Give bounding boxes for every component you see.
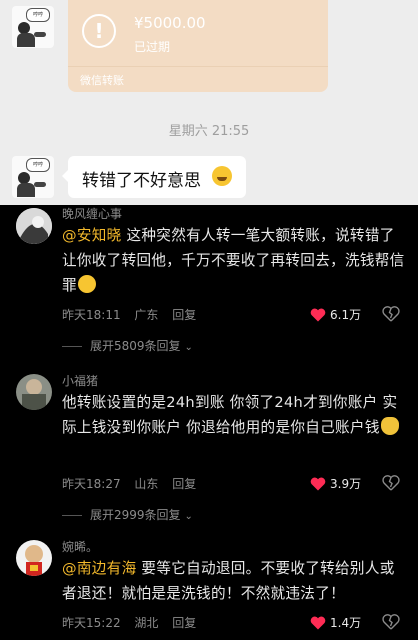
comment-item: 晚风缠心事 @安知晓 这种突然有人转一笔大额转账，说转错了让你收了转回他，千万不… xyxy=(0,205,418,360)
comment-time: 昨天18:27 xyxy=(62,477,121,491)
sender-avatar-2: 哼哼 xyxy=(12,156,54,198)
transfer-amount: ¥5000.00 xyxy=(134,14,206,32)
transfer-footer: 微信转账 xyxy=(80,74,124,87)
expand-replies[interactable]: 展开2999条回复 ⌄ xyxy=(62,506,193,523)
sweat-smile-emoji-icon xyxy=(212,166,232,186)
comment-text: @南边有海 要等它自动退回。不要收了转给别人或者退还！就怕是是洗钱的！不然就违法… xyxy=(62,556,406,606)
broken-heart-icon[interactable] xyxy=(382,306,400,322)
heart-icon xyxy=(310,308,326,321)
heart-icon xyxy=(310,616,326,629)
expand-replies[interactable]: 展开5809条回复 ⌄ xyxy=(62,337,193,354)
comment-text: @安知晓 这种突然有人转一笔大额转账，说转错了让你收了转回他，千万不要收了再转回… xyxy=(62,223,406,298)
exclamation-icon: ! xyxy=(82,14,116,48)
reply-button[interactable]: 回复 xyxy=(172,616,196,630)
comment-author[interactable]: 婉晞。 xyxy=(62,538,98,555)
broken-heart-icon[interactable] xyxy=(382,475,400,491)
heart-icon xyxy=(310,477,326,490)
chevron-down-icon: ⌄ xyxy=(184,342,193,353)
chat-message-bubble[interactable]: 转错了不好意思 xyxy=(62,156,246,198)
like-count: 3.9万 xyxy=(330,477,362,491)
comment-text: 他转账设置的是24h到账 你领了24h才到你账户 实际上钱没到你账户 你退给他用… xyxy=(62,390,406,440)
transfer-card[interactable]: ! ¥5000.00 已过期 微信转账 xyxy=(68,0,328,92)
comment-author[interactable]: 小福猪 xyxy=(62,372,98,389)
like-count: 1.4万 xyxy=(330,616,362,630)
comment-location: 广东 xyxy=(134,308,159,322)
divider xyxy=(68,66,328,67)
comment-meta: 昨天18:11 广东 回复 xyxy=(62,306,206,323)
like-count: 6.1万 xyxy=(330,308,362,322)
like-button[interactable]: 6.1万 xyxy=(310,306,361,323)
expand-replies-label: 展开5809条回复 xyxy=(90,339,181,353)
chat-message-text: 转错了不好意思 xyxy=(82,171,201,191)
comment-meta: 昨天15:22 湖北 回复 xyxy=(62,614,206,631)
chevron-down-icon: ⌄ xyxy=(184,511,193,522)
avatar[interactable] xyxy=(16,374,52,410)
avatar[interactable] xyxy=(16,208,52,244)
like-button[interactable]: 1.4万 xyxy=(310,614,361,631)
comment-meta: 昨天18:27 山东 回复 xyxy=(62,475,206,492)
chat-screenshot: 哼哼 ! ¥5000.00 已过期 微信转账 星期六 21:55 哼哼 转错了不… xyxy=(0,0,418,205)
comment-body: 他转账设置的是24h到账 你领了24h才到你账户 实际上钱没到你账户 你退给他用… xyxy=(62,394,398,436)
comment-item: 婉晞。 @南边有海 要等它自动退回。不要收了转给别人或者退还！就怕是是洗钱的！不… xyxy=(0,540,418,640)
comment-location: 湖北 xyxy=(134,616,159,630)
mention-link[interactable]: @南边有海 xyxy=(62,560,136,577)
sticker-caption: 哼哼 xyxy=(26,8,50,22)
avatar[interactable] xyxy=(16,540,52,576)
reply-button[interactable]: 回复 xyxy=(172,308,196,322)
reply-button[interactable]: 回复 xyxy=(172,477,196,491)
comment-author[interactable]: 晚风缠心事 xyxy=(62,205,122,222)
like-button[interactable]: 3.9万 xyxy=(310,475,361,492)
comment-location: 山东 xyxy=(134,477,159,491)
laugh-cry-emoji-icon xyxy=(77,275,96,293)
comment-time: 昨天18:11 xyxy=(62,308,121,322)
transfer-status: 已过期 xyxy=(134,40,171,54)
sender-avatar: 哼哼 xyxy=(12,6,54,48)
broken-heart-icon[interactable] xyxy=(382,614,400,630)
money-bag-emoji-icon xyxy=(380,417,399,435)
mention-link[interactable]: @安知晓 xyxy=(62,227,122,244)
comment-item: 小福猪 他转账设置的是24h到账 你领了24h才到你账户 实际上钱没到你账户 你… xyxy=(0,372,418,527)
chat-timestamp: 星期六 21:55 xyxy=(168,124,250,139)
expand-replies-label: 展开2999条回复 xyxy=(90,508,181,522)
comment-time: 昨天15:22 xyxy=(62,616,121,630)
